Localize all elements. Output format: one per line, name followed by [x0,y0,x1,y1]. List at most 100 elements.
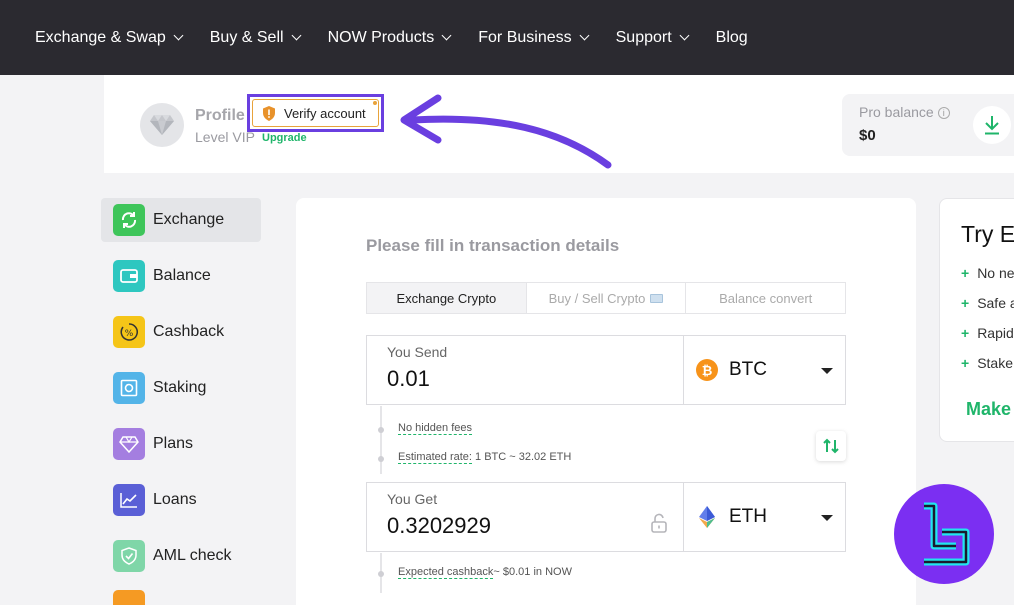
promo-card: Try E + No ne + Safe a + Rapid + Stake Make [939,198,1014,442]
cashback-icon: % [113,316,145,348]
ethereum-icon [696,506,718,528]
cashback-value: ~ $0.01 in NOW [493,566,572,578]
nav-exchange-swap[interactable]: Exchange & Swap [35,28,184,47]
swap-arrows-icon [823,438,839,454]
bitcoin-icon: ₿ [696,359,718,381]
get-label: You Get [387,491,438,507]
download-icon [985,116,999,135]
sidebar-item-staking[interactable]: Staking [101,366,261,410]
wallet-icon [113,260,145,292]
brand-logo-icon [894,484,994,584]
get-field: You Get ETH [366,482,846,552]
sidebar-item-aml-check[interactable]: AML check [101,534,261,578]
nav-for-business[interactable]: For Business [478,29,590,47]
sidebar-item-cashback[interactable]: % Cashback [101,310,261,354]
chevron-down-icon [173,30,184,41]
send-amount-area: You Send [367,336,684,404]
nav-buy-sell[interactable]: Buy & Sell [209,28,302,47]
exchange-card: Please fill in transaction details Excha… [296,198,916,605]
plus-icon: + [961,355,970,371]
chevron-down-icon [441,30,452,41]
promo-item-text: No ne [977,265,1014,281]
send-amount-input[interactable] [387,366,637,392]
tab-balance-convert[interactable]: Balance convert [686,283,845,313]
get-amount-input[interactable] [387,513,637,539]
shield-warning-icon [263,105,275,121]
pro-balance-value: $0 [859,127,876,144]
profile-level: Level VIP [195,129,255,145]
promo-item: + No ne [961,265,1014,281]
sidebar: Exchange Balance % Cashback Staking Plan… [101,198,261,605]
nav-blog[interactable]: Blog [716,29,748,47]
info-icon[interactable]: i [937,107,950,119]
estimated-rate-label[interactable]: Estimated rate: [398,451,472,464]
svg-text:%: % [125,329,134,339]
timeline-dot [378,456,384,462]
chevron-down-icon [579,30,590,41]
profile-name: Profile [195,107,245,124]
nav-label: Support [615,28,672,46]
timeline-dot [378,427,384,433]
svg-text:₿: ₿ [702,364,713,377]
sidebar-item-loans[interactable]: Loans [101,478,261,522]
sidebar-item-balance[interactable]: Balance [101,254,261,298]
estimated-rate-value: 1 BTC ~ 32.02 ETH [475,451,572,463]
page-title: Please fill in transaction details [366,236,620,255]
get-amount-area: You Get [367,483,684,551]
nav-support[interactable]: Support [615,28,690,47]
pro-balance-label-text: Pro balance [859,104,934,120]
avatar[interactable] [140,103,184,147]
tab-label: Exchange Crypto [396,290,497,306]
expected-cashback: Expected cashback~ $0.01 in NOW [398,566,572,579]
nav-label: Exchange & Swap [35,28,166,46]
unlock-icon[interactable] [650,513,668,533]
diamond-icon [150,115,174,135]
verify-label: Verify account [284,105,366,121]
partial-icon [113,590,145,605]
chevron-down-icon [679,30,690,41]
sidebar-item-label: AML check [153,547,232,564]
sidebar-item-partial[interactable] [101,590,261,605]
tab-buy-sell-crypto[interactable]: Buy / Sell Crypto [527,283,687,313]
nav-label: Blog [715,28,748,46]
nav-now-products[interactable]: NOW Products [328,29,452,47]
dropdown-caret-icon [821,368,833,374]
nav-label: Buy & Sell [209,28,284,46]
no-hidden-fees-text: No hidden fees [398,422,472,435]
level-prefix: Level [195,129,229,145]
pro-balance-panel: Pro balance i $0 [842,94,1014,156]
exchange-tabs: Exchange Crypto Buy / Sell Crypto Balanc… [366,282,846,314]
no-hidden-fees[interactable]: No hidden fees [398,422,472,435]
promo-title: Try E [961,221,1014,247]
promo-item: + Rapid [961,325,1014,341]
send-field: You Send ₿ BTC [366,335,846,405]
timeline-line [380,406,382,474]
promo-item: + Safe a [961,295,1014,311]
sidebar-item-label: Staking [153,379,207,396]
sidebar-item-exchange[interactable]: Exchange [101,198,261,242]
estimated-rate: Estimated rate: 1 BTC ~ 32.02 ETH [398,451,572,464]
upgrade-link[interactable]: Upgrade [262,132,307,144]
sidebar-item-plans[interactable]: Plans [101,422,261,466]
chart-icon [113,484,145,516]
safe-icon [113,372,145,404]
promo-cta-link[interactable]: Make [966,399,1011,420]
cashback-label[interactable]: Expected cashback [398,566,494,579]
tab-exchange-crypto[interactable]: Exchange Crypto [367,283,527,313]
sidebar-item-label: Cashback [153,323,225,340]
notification-dot [373,101,377,105]
send-label: You Send [387,344,448,360]
send-coin-select[interactable]: ₿ BTC [684,336,845,404]
promo-item-text: Rapid [977,325,1014,341]
promo-item: + Stake [961,355,1013,371]
pro-balance-label: Pro balance i [859,104,950,120]
promo-item-text: Stake [977,355,1013,371]
get-coin-select[interactable]: ETH [684,483,845,551]
diamond-icon [113,428,145,460]
swap-direction-button[interactable] [816,431,846,461]
shield-check-icon [113,540,145,572]
deposit-button[interactable] [973,106,1011,144]
tab-label: Balance convert [719,290,813,306]
verify-account-button[interactable]: Verify account [252,99,379,127]
get-coin-name: ETH [729,506,767,527]
